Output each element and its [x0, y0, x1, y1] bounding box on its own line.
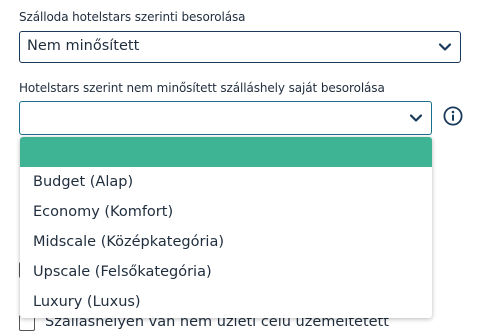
dropdown-option-empty[interactable] [20, 137, 432, 167]
dropdown-option-luxury[interactable]: Luxury (Luxus) [20, 287, 432, 317]
own-rating-select[interactable] [19, 101, 432, 135]
own-rating-label: Hotelstars szerint nem minősített szállá… [19, 81, 385, 95]
dropdown-option-midscale[interactable]: Midscale (Középkategória) [20, 227, 432, 257]
own-rating-dropdown-list: Budget (Alap) Economy (Komfort) Midscale… [20, 137, 432, 318]
dropdown-option-budget[interactable]: Budget (Alap) [20, 167, 432, 197]
hotelstars-select[interactable]: Nem minősített [19, 31, 461, 63]
dropdown-option-economy[interactable]: Economy (Komfort) [20, 197, 432, 227]
hotelstars-select-value: Nem minősített [27, 38, 140, 54]
info-icon[interactable] [443, 106, 463, 126]
hotelstars-label: Szálloda hotelstars szerinti besorolása [19, 10, 246, 24]
chevron-down-icon [409, 114, 423, 122]
chevron-down-icon [438, 43, 452, 51]
dropdown-option-upscale[interactable]: Upscale (Felsőkategória) [20, 257, 432, 287]
form-page: Szálloda hotelstars szerinti besorolása … [0, 0, 484, 336]
